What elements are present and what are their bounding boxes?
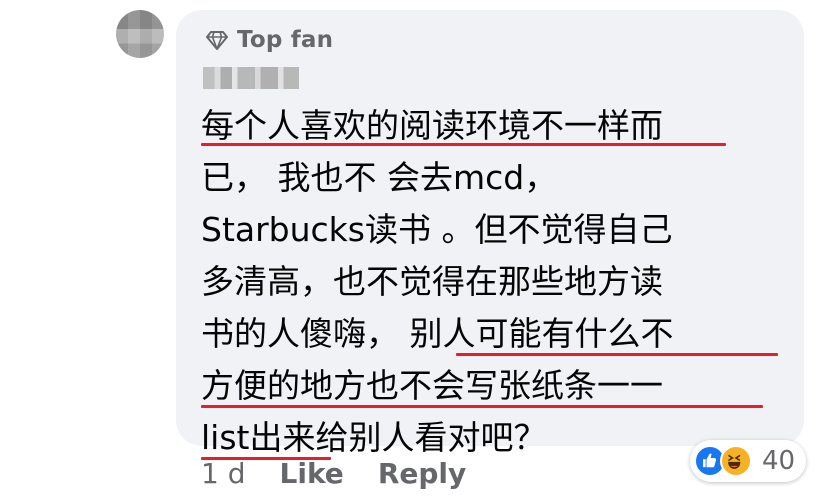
haha-icon (720, 445, 752, 477)
reaction-count: 40 (762, 446, 796, 476)
highlight-underline (201, 405, 763, 408)
top-fan-badge: Top fan (205, 26, 333, 54)
like-button[interactable]: Like (280, 457, 344, 490)
comment-actions: 1 d Like Reply (201, 454, 466, 492)
timestamp[interactable]: 1 d (201, 457, 246, 490)
comment-line: 多清高，也不觉得在那些地方读 (201, 262, 663, 301)
reply-button[interactable]: Reply (378, 457, 466, 490)
reaction-summary[interactable]: 40 (690, 440, 806, 482)
comment-line: 方便的地方也不会写张纸条一一 (201, 360, 799, 412)
comment-line: 每个人喜欢的阅读环境不一样而 (201, 100, 799, 152)
comment-line: 已， 我也不 会去mcd， (201, 158, 558, 197)
comment-text: 每个人喜欢的阅读环境不一样而 已， 我也不 会去mcd， Starbucks读书… (201, 100, 799, 464)
comment-line: 书的人傻嗨， 别人可能有什么不 (201, 308, 799, 360)
top-fan-label: Top fan (237, 27, 334, 53)
highlight-underline (201, 143, 726, 146)
commenter-name-redacted[interactable] (203, 67, 299, 89)
highlight-underline (456, 353, 778, 356)
comment-line: Starbucks读书 。但不觉得自己 (201, 210, 673, 249)
commenter-avatar[interactable] (116, 10, 164, 58)
diamond-icon (206, 31, 228, 50)
